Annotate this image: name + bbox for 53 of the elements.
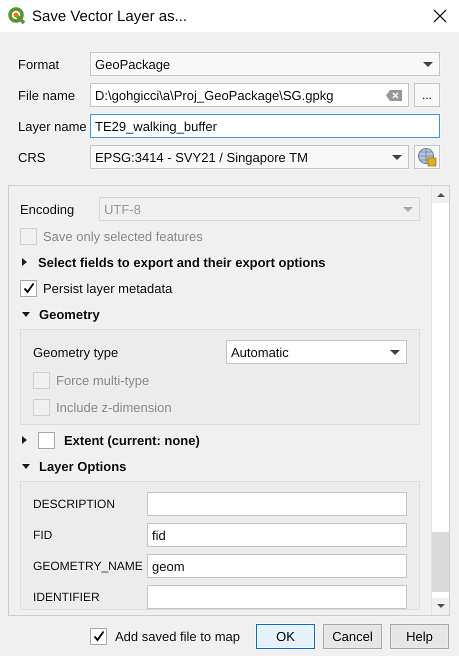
field-label: Layer name xyxy=(18,118,88,134)
globe-icon xyxy=(417,147,437,167)
caret-icon xyxy=(392,154,402,160)
expand-arrow-icon[interactable] xyxy=(22,312,30,316)
encoding-label: Encoding xyxy=(20,202,76,216)
dialog-button[interactable]: Cancel xyxy=(323,624,382,648)
checkbox-label: Include z-dimension xyxy=(56,400,172,414)
checkbox[interactable] xyxy=(20,280,37,296)
browse-button[interactable]: ... xyxy=(414,83,440,107)
section-header[interactable]: Select fields to export and their export options xyxy=(38,254,326,270)
checkbox-label: Save only selected features xyxy=(43,228,203,244)
expand-arrow-icon[interactable] xyxy=(22,436,27,444)
section-header[interactable]: Extent (current: none) xyxy=(64,432,200,448)
option-field[interactable] xyxy=(147,585,407,609)
option-label: IDENTIFIER xyxy=(33,590,101,604)
checkbox[interactable] xyxy=(38,432,55,448)
dropdown[interactable]: GeoPackage xyxy=(90,52,440,76)
caret-icon xyxy=(390,350,400,354)
option-field[interactable]: geom xyxy=(147,554,407,578)
clear-icon[interactable] xyxy=(386,90,402,100)
app-logo-icon xyxy=(8,7,26,25)
option-label: GEOMETRY_NAME xyxy=(33,559,144,573)
checkbox-label: Persist layer metadata xyxy=(43,280,172,296)
layer-name-field[interactable]: TE29_walking_buffer xyxy=(90,114,440,138)
close-icon[interactable] xyxy=(433,9,447,23)
section-header[interactable]: Layer Options xyxy=(39,458,126,474)
option-field[interactable]: fid xyxy=(147,523,407,547)
scroll-up-icon[interactable] xyxy=(436,193,444,197)
crs-select-button[interactable] xyxy=(414,145,440,169)
option-label: FID xyxy=(33,528,54,542)
scrollbar[interactable] xyxy=(431,186,449,615)
checkbox-label: Force multi-type xyxy=(56,372,150,388)
checkbox-label: Add saved file to map xyxy=(115,628,240,644)
scrollbar-thumb[interactable] xyxy=(432,532,449,592)
file-name-field[interactable]: D:\gohgicci\a\Proj_GeoPackage\SG.gpkg xyxy=(90,83,409,107)
checkbox[interactable] xyxy=(90,628,107,644)
field-label: Format xyxy=(18,56,60,72)
window-title: Save Vector Layer as... xyxy=(32,8,188,24)
caret-icon xyxy=(423,62,433,66)
scroll-down-icon[interactable] xyxy=(436,604,444,608)
section-header[interactable]: Geometry xyxy=(39,306,100,322)
dropdown[interactable]: EPSG:3414 - SVY21 / Singapore TM xyxy=(90,145,409,169)
expand-arrow-icon[interactable] xyxy=(22,464,30,468)
dialog-button[interactable]: OK xyxy=(256,624,316,648)
expand-arrow-icon[interactable] xyxy=(22,258,27,266)
geometry-type-dropdown[interactable]: Automatic xyxy=(226,340,407,364)
field-label: CRS xyxy=(18,150,46,164)
caret-icon xyxy=(403,206,413,212)
geometry-type-label: Geometry type xyxy=(33,344,120,360)
option-label: DESCRIPTION xyxy=(33,497,116,511)
field-label: File name xyxy=(18,88,76,102)
option-field[interactable] xyxy=(147,492,407,516)
dialog-button[interactable]: Help xyxy=(390,624,449,648)
